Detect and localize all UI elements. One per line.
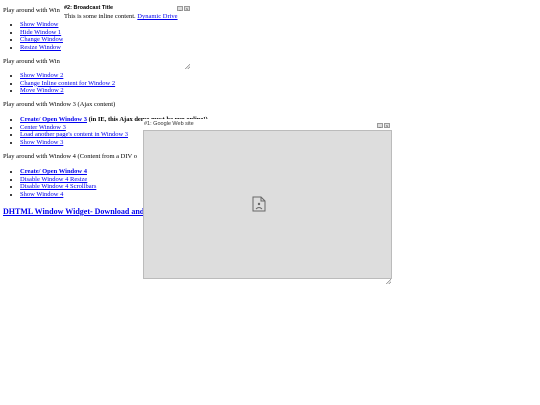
close-icon[interactable]: x [184,6,190,11]
resize-window-link[interactable]: Resize Window [20,44,61,51]
list-item: Resize Window [20,44,64,52]
disable-scrollbars-link[interactable]: Disable Window 4 Scrollbars [20,183,96,190]
list-item: Change Inline content for Window 2 [20,80,115,88]
inline-content-text: This is some inline content. [64,13,136,20]
center-window-3-link[interactable]: Center Window 3 [20,124,66,131]
list-item: Show Window [20,21,64,29]
change-window-link[interactable]: Change Window [20,36,64,43]
section2-intro: Play around with Win [3,58,60,65]
show-window-4-link[interactable]: Show Window 4 [20,191,63,198]
window-1-title: #1: Google Web site [144,121,194,127]
section3-intro: Play around with Window 3 (Ajax content) [3,101,116,108]
hide-window-1-link[interactable]: Hide Window 1 [20,29,61,36]
show-window-link[interactable]: Show Window [20,21,58,28]
window-2-body: This is some inline content. Dynamic Dri… [64,13,178,20]
window-1-titlebar[interactable]: #1: Google Web site _ x [143,119,391,130]
list-item: Hide Window 1 [20,29,64,37]
show-window-3-link[interactable]: Show Window 3 [20,139,63,146]
window-1-iframe[interactable] [143,130,392,279]
section4-list: Create/ Open Window 4 Disable Window 4 R… [3,168,96,198]
dynamic-drive-link[interactable]: Dynamic Drive [137,13,177,20]
open-window-4-link[interactable]: Create/ Open Window 4 [20,168,87,175]
footer-heading-link[interactable]: DHTML Window Widget- Download and [3,207,144,216]
show-window-2-link[interactable]: Show Window 2 [20,72,63,79]
list-item: Disable Window 4 Scrollbars [20,183,96,191]
broken-page-icon [252,196,266,212]
move-window-2-link[interactable]: Move Window 2 [20,87,64,94]
section1-list: Show Window Hide Window 1 Change Window … [3,21,64,51]
section1-intro: Play around with Win [3,7,60,14]
section4-intro: Play around with Window 4 (Content from … [3,153,137,160]
window-1: #1: Google Web site _ x [143,119,392,284]
window-2-controls: _ x [177,6,190,11]
list-item: Disable Window 4 Resize [20,176,96,184]
list-item: Show Window 4 [20,191,96,199]
list-item: Show Window 2 [20,72,115,80]
window-1-controls: _ x [377,123,390,128]
change-inline-content-link[interactable]: Change Inline content for Window 2 [20,80,115,87]
minimize-icon[interactable]: _ [377,123,383,128]
close-icon[interactable]: x [384,123,390,128]
list-item: Create/ Open Window 4 [20,168,96,176]
resize-grip-icon[interactable] [386,279,391,284]
minimize-icon[interactable]: _ [177,6,183,11]
open-window-3-link[interactable]: Create/ Open Window 3 [20,116,87,123]
window-2-title[interactable]: #2: Broadcast Title [64,5,113,12]
disable-resize-link[interactable]: Disable Window 4 Resize [20,176,87,183]
section2-list: Show Window 2 Change Inline content for … [3,72,115,95]
list-item: Change Window [20,36,64,44]
window-2: #2: Broadcast Title _ x This is some inl… [63,5,191,70]
resize-grip-icon[interactable] [185,64,190,69]
list-item: Move Window 2 [20,87,115,95]
load-page-window-3-link[interactable]: Load another page's content in Window 3 [20,131,128,138]
